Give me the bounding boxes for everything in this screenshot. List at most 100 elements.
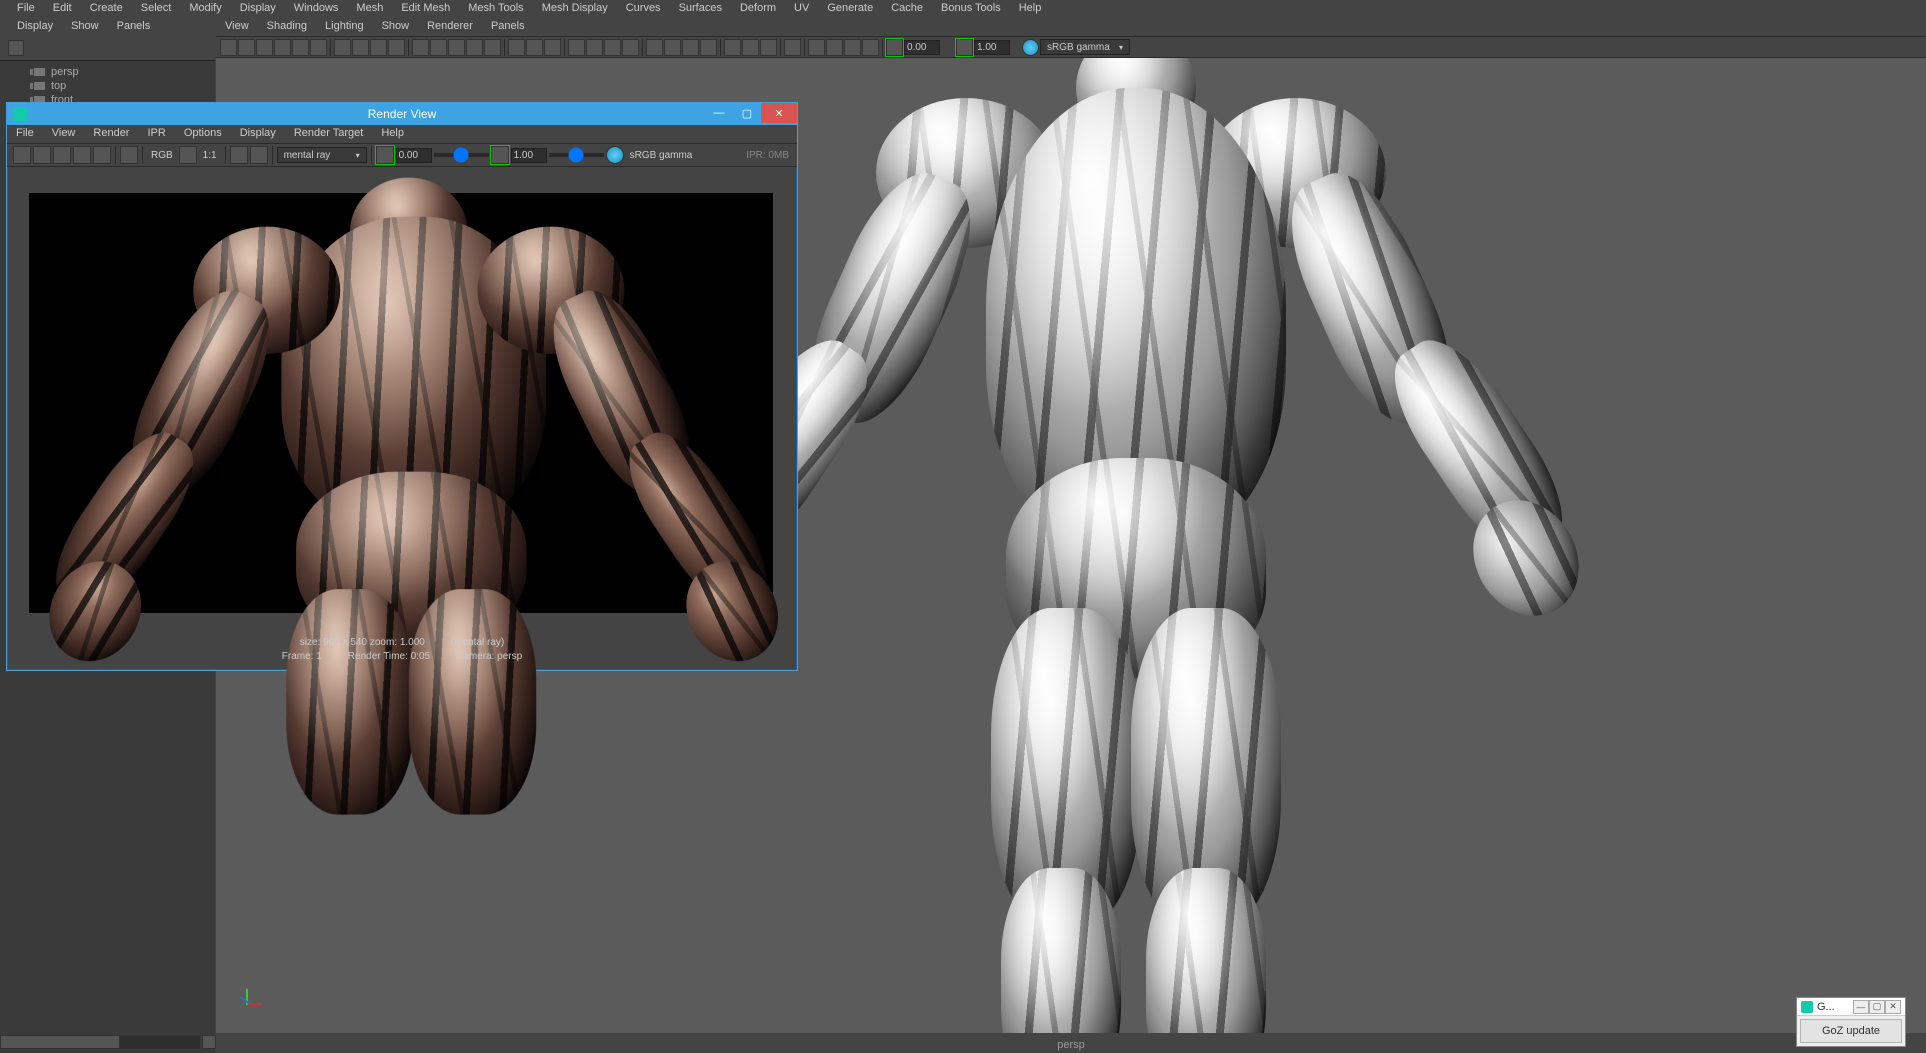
misc-icon[interactable]: [784, 39, 801, 56]
menu-edit-mesh[interactable]: Edit Mesh: [392, 0, 459, 18]
xray-icon[interactable]: [526, 39, 543, 56]
textured-icon[interactable]: [448, 39, 465, 56]
misc-icon[interactable]: [760, 39, 777, 56]
separator: [720, 39, 721, 56]
menu-curves[interactable]: Curves: [617, 0, 670, 18]
goz-update-button[interactable]: GoZ update: [1800, 1019, 1902, 1043]
color-management-icon[interactable]: [1022, 39, 1039, 56]
viewport-menu-renderer[interactable]: Renderer: [418, 18, 482, 36]
camera-icon: [34, 82, 45, 90]
grid-icon[interactable]: [334, 39, 351, 56]
redo-render-icon[interactable]: [13, 146, 31, 164]
window-maximize-button[interactable]: ▢: [733, 103, 761, 123]
menu-mesh-display[interactable]: Mesh Display: [533, 0, 617, 18]
outliner-item-persp[interactable]: persp: [0, 65, 215, 79]
menu-windows[interactable]: Windows: [285, 0, 348, 18]
camera-lock-icon[interactable]: [238, 39, 255, 56]
light-icon[interactable]: [646, 39, 663, 56]
render-view-titlebar[interactable]: Render View — ▢ ✕: [7, 103, 797, 125]
viewport-menu-lighting[interactable]: Lighting: [316, 18, 373, 36]
goz-titlebar[interactable]: G... — ▢ ✕: [1797, 998, 1905, 1016]
menu-generate[interactable]: Generate: [818, 0, 882, 18]
menu-select[interactable]: Select: [132, 0, 181, 18]
menu-bonus-tools[interactable]: Bonus Tools: [932, 0, 1010, 18]
light-icon[interactable]: [682, 39, 699, 56]
gamma-toggle-icon[interactable]: [956, 39, 973, 56]
render-view-window[interactable]: Render View — ▢ ✕ File View Render IPR O…: [6, 102, 798, 671]
motion-blur-icon[interactable]: [586, 39, 603, 56]
exposure-toggle-icon[interactable]: [886, 39, 903, 56]
scrollbar-thumb[interactable]: [0, 1035, 120, 1049]
menu-uv[interactable]: UV: [785, 0, 818, 18]
maya-icon: [13, 107, 27, 121]
separator: [564, 39, 565, 56]
goz-minimize-button[interactable]: —: [1853, 1000, 1869, 1014]
resolution-gate-icon[interactable]: [370, 39, 387, 56]
shadows-icon[interactable]: [484, 39, 501, 56]
outliner-menu-display[interactable]: Display: [8, 18, 62, 36]
wireframe-icon[interactable]: [412, 39, 429, 56]
smooth-shade-icon[interactable]: [430, 39, 447, 56]
outliner-filter-icon[interactable]: [8, 40, 24, 56]
misc-icon[interactable]: [742, 39, 759, 56]
ssao-icon[interactable]: [568, 39, 585, 56]
menu-mesh-tools[interactable]: Mesh Tools: [459, 0, 532, 18]
menu-modify[interactable]: Modify: [180, 0, 230, 18]
gamma-field[interactable]: 1.00: [974, 40, 1010, 55]
exposure-field[interactable]: 0.00: [904, 40, 940, 55]
misc-icon[interactable]: [808, 39, 825, 56]
outliner-menu-show[interactable]: Show: [62, 18, 108, 36]
outliner-item-top[interactable]: top: [0, 79, 215, 93]
goz-close-button[interactable]: ✕: [1885, 1000, 1901, 1014]
outliner-menu-panels[interactable]: Panels: [108, 18, 160, 36]
menu-mesh[interactable]: Mesh: [347, 0, 392, 18]
isolate-select-icon[interactable]: [508, 39, 525, 56]
bookmark-icon[interactable]: [256, 39, 273, 56]
colorspace-dropdown[interactable]: sRGB gamma ▾: [1040, 39, 1130, 55]
dof-icon[interactable]: [622, 39, 639, 56]
window-minimize-button[interactable]: —: [705, 103, 733, 123]
rv-status-renderer: (mental ray): [451, 636, 504, 650]
menu-surfaces[interactable]: Surfaces: [670, 0, 731, 18]
menu-help[interactable]: Help: [1010, 0, 1051, 18]
menu-deform[interactable]: Deform: [731, 0, 785, 18]
rendered-mesh: [46, 129, 752, 678]
scrollbar-right-button[interactable]: [202, 1035, 216, 1049]
misc-icon[interactable]: [724, 39, 741, 56]
misc-icon[interactable]: [862, 39, 879, 56]
xray-joints-icon[interactable]: [544, 39, 561, 56]
render-view-image[interactable]: [29, 193, 773, 613]
use-lights-icon[interactable]: [466, 39, 483, 56]
separator: [780, 39, 781, 56]
separator: [882, 39, 883, 56]
select-camera-icon[interactable]: [220, 39, 237, 56]
menu-edit[interactable]: Edit: [44, 0, 81, 18]
menu-create[interactable]: Create: [81, 0, 132, 18]
image-plane-icon[interactable]: [274, 39, 291, 56]
grease-pencil-icon[interactable]: [310, 39, 327, 56]
viewport-menu-show[interactable]: Show: [373, 18, 419, 36]
separator: [408, 39, 409, 56]
separator: [804, 39, 805, 56]
misc-icon[interactable]: [826, 39, 843, 56]
light-icon[interactable]: [700, 39, 717, 56]
goz-window[interactable]: G... — ▢ ✕ GoZ update: [1796, 997, 1906, 1047]
goz-maximize-button[interactable]: ▢: [1869, 1000, 1885, 1014]
film-gate-icon[interactable]: [352, 39, 369, 56]
gate-mask-icon[interactable]: [388, 39, 405, 56]
light-icon[interactable]: [664, 39, 681, 56]
outliner-horizontal-scrollbar[interactable]: [0, 1035, 200, 1049]
window-close-button[interactable]: ✕: [761, 103, 797, 123]
2d-pan-icon[interactable]: [292, 39, 309, 56]
viewport-menu-panels[interactable]: Panels: [482, 18, 534, 36]
menu-display[interactable]: Display: [231, 0, 285, 18]
separator: [330, 39, 331, 56]
rv-status-rendertime: Render Time: 0:05: [348, 650, 430, 664]
viewport-menu-shading[interactable]: Shading: [258, 18, 316, 36]
misc-icon[interactable]: [844, 39, 861, 56]
menu-file[interactable]: File: [8, 0, 44, 18]
multisample-icon[interactable]: [604, 39, 621, 56]
rv-menu-file[interactable]: File: [7, 125, 43, 143]
viewport-menu-view[interactable]: View: [216, 18, 258, 36]
menu-cache[interactable]: Cache: [882, 0, 932, 18]
